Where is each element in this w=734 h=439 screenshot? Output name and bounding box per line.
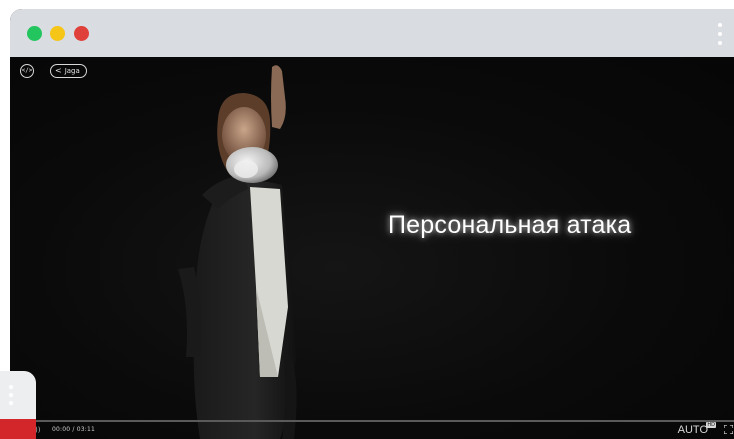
code-icon: </>	[21, 67, 33, 74]
time-display: 00:00 / 03:11	[52, 426, 96, 433]
kebab-menu-icon[interactable]	[718, 23, 722, 45]
share-label: Jaga	[64, 66, 80, 75]
video-player[interactable]: </> < Jaga Персональная атака )) 00:00 /…	[10, 57, 734, 439]
title-bar	[10, 9, 734, 57]
player-controls: )) 00:00 / 03:11 AUTO HD	[10, 422, 734, 439]
video-caption: Персональная атака	[388, 211, 632, 239]
page: </> < Jaga Персональная атака )) 00:00 /…	[0, 0, 734, 439]
fullscreen-icon[interactable]	[724, 425, 733, 434]
window-green-button[interactable]	[27, 26, 42, 41]
video-frame-person	[178, 65, 297, 439]
quality-selector[interactable]: AUTO	[678, 424, 708, 436]
widget-accent-bar	[0, 419, 36, 439]
share-icon: <	[55, 66, 62, 75]
share-button[interactable]: < Jaga	[50, 64, 87, 78]
hd-badge: HD	[706, 422, 716, 428]
browser-window: </> < Jaga Персональная атака )) 00:00 /…	[10, 9, 734, 439]
embed-code-button[interactable]: </>	[20, 64, 34, 78]
window-red-button[interactable]	[74, 26, 89, 41]
floating-widget[interactable]	[0, 371, 36, 439]
progress-bar[interactable]	[10, 420, 734, 422]
window-yellow-button[interactable]	[50, 26, 65, 41]
kebab-menu-icon[interactable]	[9, 385, 13, 405]
